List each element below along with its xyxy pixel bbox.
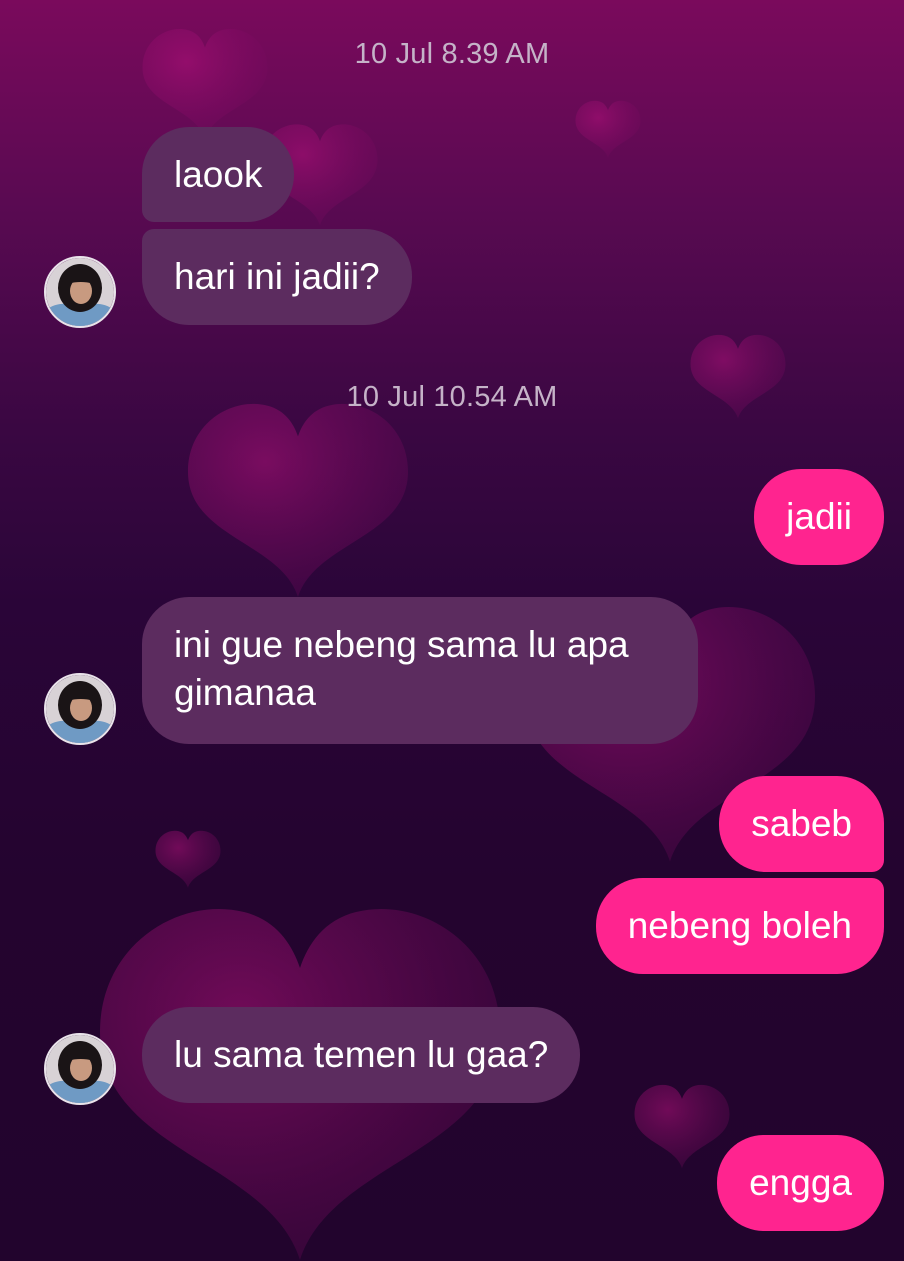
message-bubble-sent[interactable]: engga — [717, 1135, 884, 1231]
message-bubble-received[interactable]: ini gue nebeng sama lu apa gimanaa — [142, 597, 698, 744]
message-bubble-received[interactable]: laook — [142, 127, 295, 222]
message-text: engga — [749, 1162, 852, 1203]
message-text: sabeb — [751, 803, 852, 844]
message-bubble-received[interactable]: lu sama temen lu gaa? — [142, 1007, 581, 1103]
contact-avatar[interactable] — [44, 256, 116, 328]
message-text-line: gimanaa — [174, 672, 316, 713]
message-text: jadii — [786, 496, 852, 537]
timestamp: 10 Jul 10.54 AM — [346, 381, 558, 413]
avatar-icon — [46, 675, 114, 743]
message-bubble-sent[interactable]: sabeb — [719, 776, 884, 872]
avatar-icon — [46, 258, 114, 326]
message-bubble-received[interactable]: hari ini jadii? — [142, 229, 412, 325]
contact-avatar[interactable] — [44, 673, 116, 745]
avatar-icon — [46, 1035, 114, 1103]
chat-thread[interactable]: 10 Jul 8.39 AM laook hari ini jadii? 10 … — [0, 0, 904, 1261]
contact-avatar[interactable] — [44, 1033, 116, 1105]
message-text: lu sama temen lu gaa? — [174, 1034, 549, 1075]
message-text: nebeng boleh — [627, 905, 852, 946]
timestamp: 10 Jul 8.39 AM — [354, 38, 550, 70]
message-text-line: ini gue nebeng sama lu apa — [174, 624, 629, 665]
message-bubble-sent[interactable]: nebeng boleh — [595, 878, 884, 974]
message-bubble-sent[interactable]: jadii — [754, 469, 884, 565]
message-text: hari ini jadii? — [174, 256, 380, 297]
message-text: laook — [174, 154, 263, 195]
